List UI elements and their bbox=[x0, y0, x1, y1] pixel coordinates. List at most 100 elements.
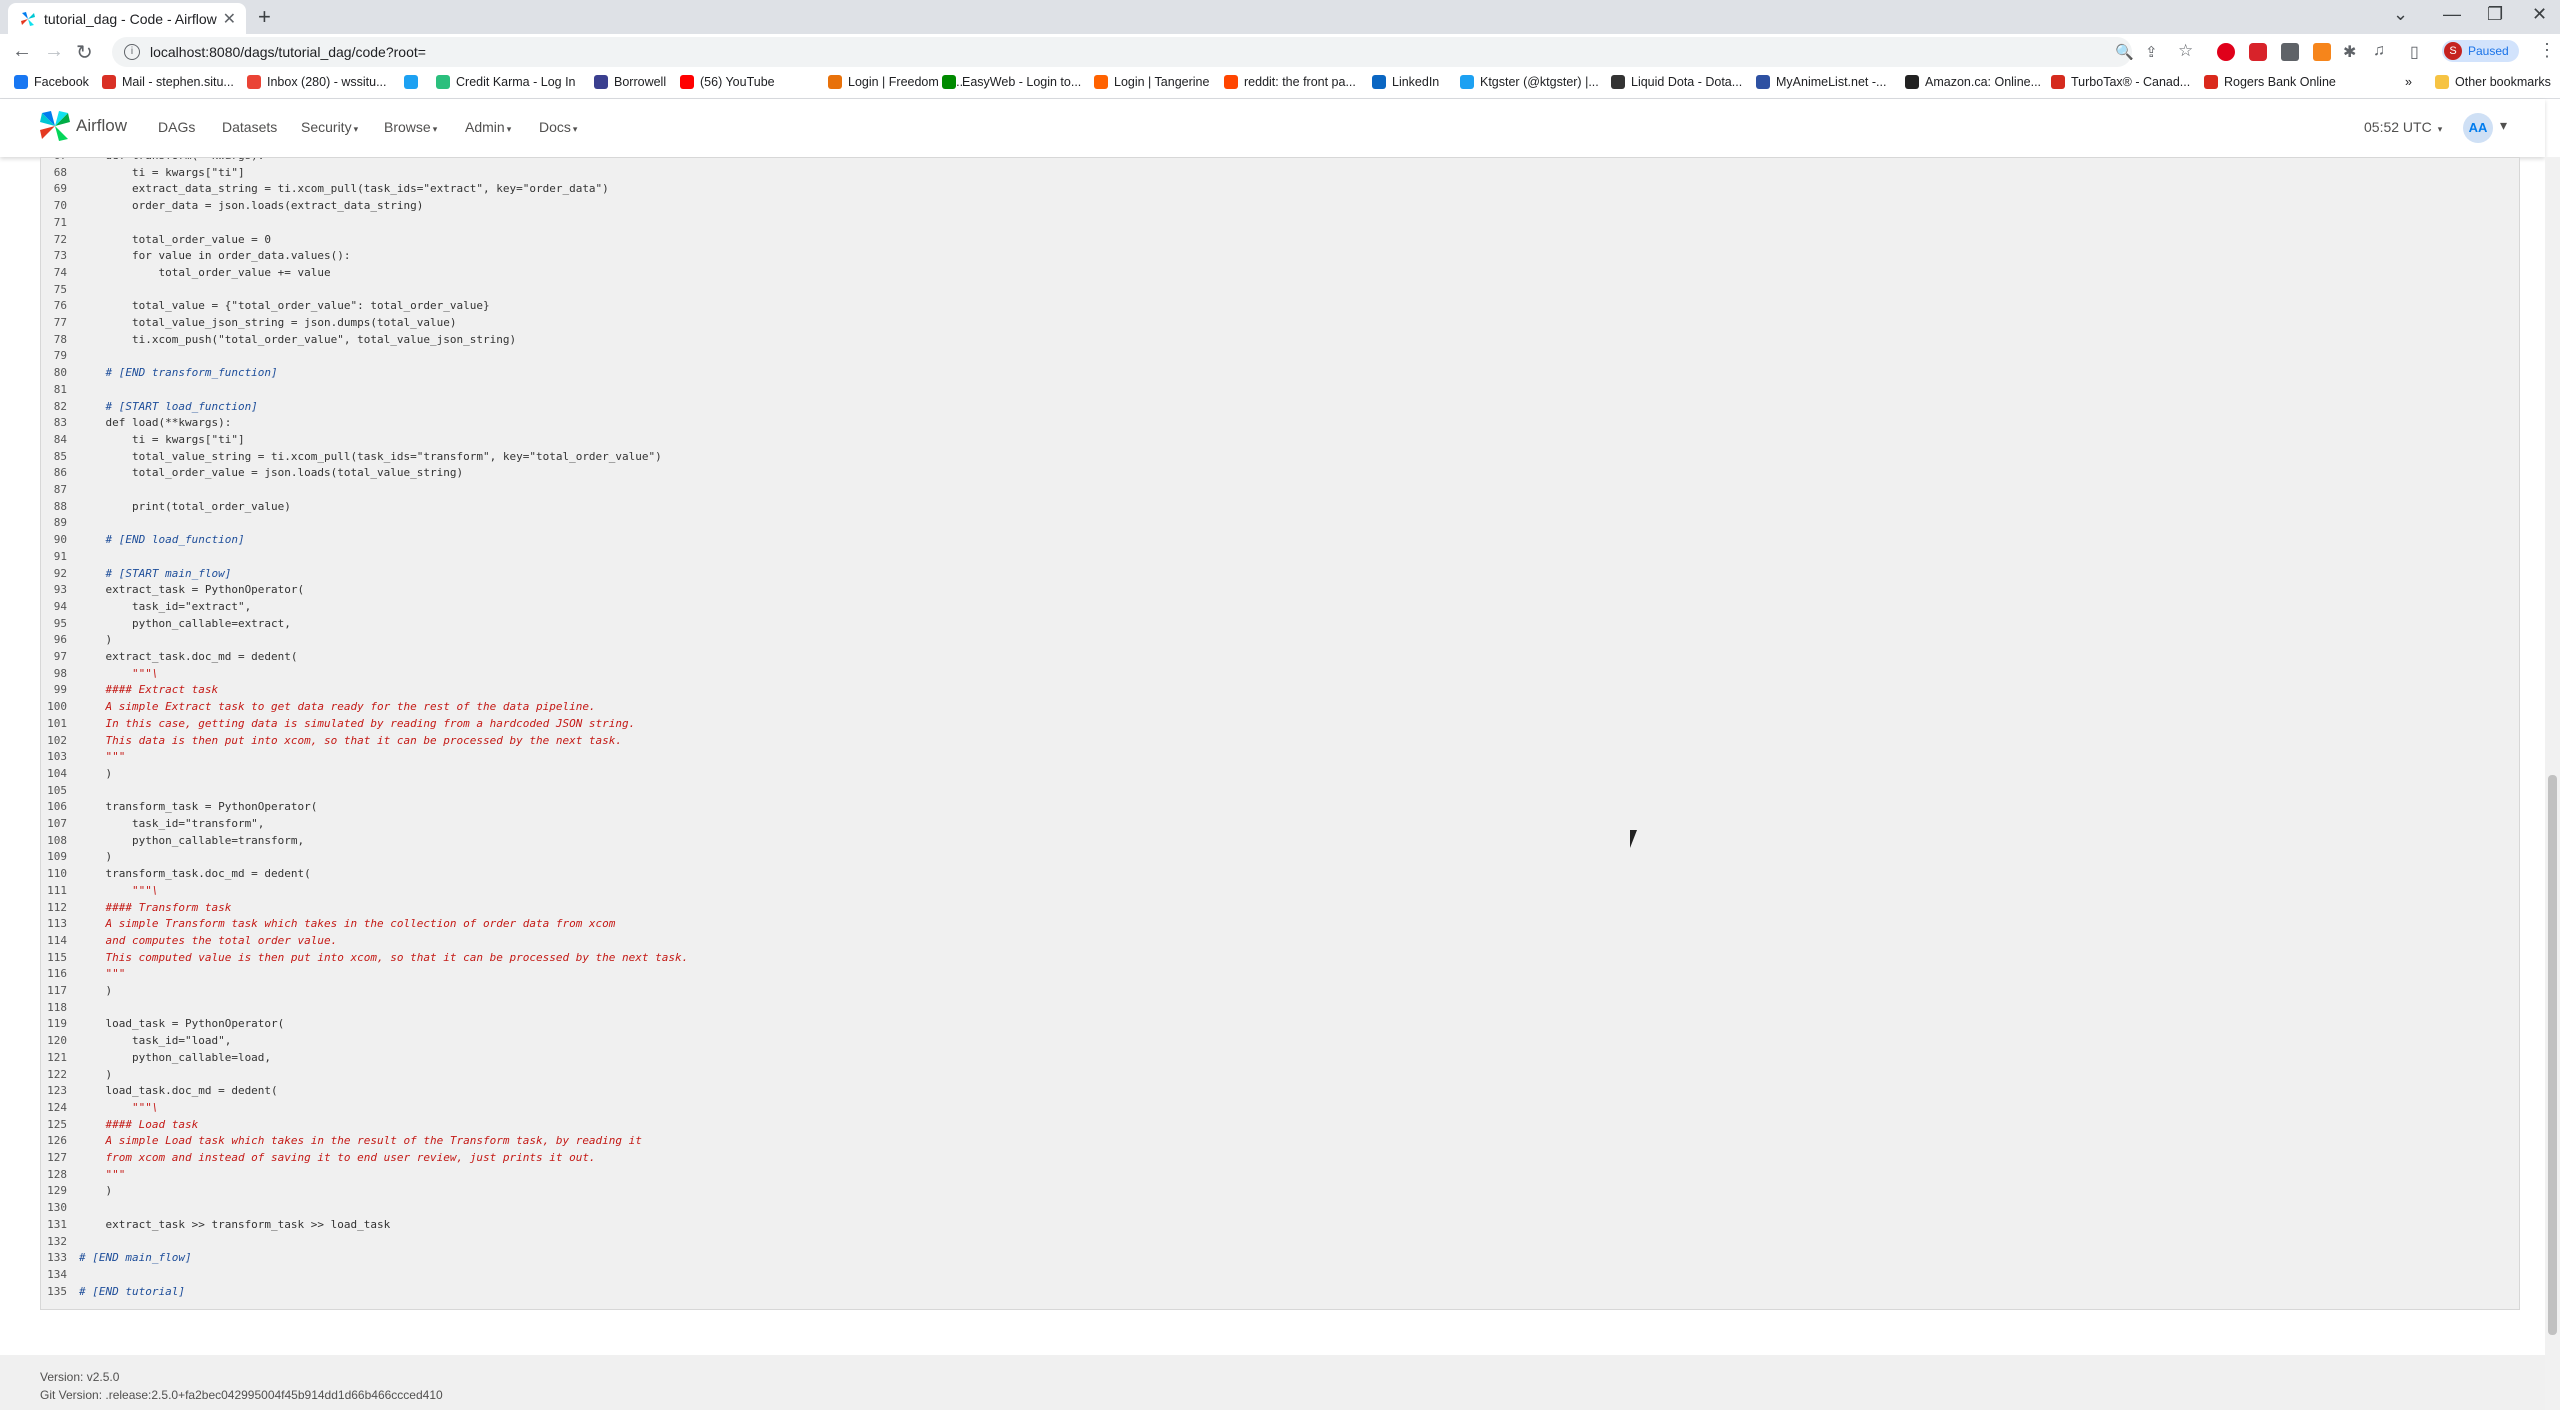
bookmark-item[interactable]: Borrowell bbox=[594, 75, 666, 89]
airflow-logo[interactable]: Airflow bbox=[38, 109, 127, 143]
bookmark-item[interactable]: reddit: the front pa... bbox=[1224, 75, 1356, 89]
browser-menu-icon[interactable]: ⋮ bbox=[2538, 40, 2556, 61]
nav-datasets-label: Datasets bbox=[222, 119, 278, 135]
user-avatar[interactable]: AA bbox=[2463, 113, 2493, 143]
line-number: 112 bbox=[47, 900, 67, 914]
opera-extension-icon[interactable] bbox=[2217, 43, 2235, 61]
close-icon[interactable]: ✕ bbox=[2532, 4, 2547, 25]
line-number: 123 bbox=[47, 1084, 67, 1098]
tab-close-icon[interactable]: ✕ bbox=[223, 9, 236, 29]
bookmark-favicon-icon bbox=[1905, 75, 1919, 89]
code-text: """\ bbox=[79, 883, 159, 897]
line-number: 127 bbox=[47, 1151, 67, 1164]
git-version: Git Version: .release:2.5.0+fa2bec042995… bbox=[40, 1388, 443, 1402]
line-number: 73 bbox=[53, 249, 67, 263]
bookmark-label: Rogers Bank Online bbox=[2224, 75, 2336, 89]
line-number: 106 bbox=[47, 800, 67, 814]
nav-dags[interactable]: DAGs bbox=[158, 119, 195, 135]
browser-toolbar: ← → ↻ i localhost:8080/dags/tutorial_dag… bbox=[0, 34, 2560, 70]
nav-security[interactable]: Security ▾ bbox=[301, 119, 358, 135]
browser-tab-active[interactable]: tutorial_dag - Code - Airflow ✕ bbox=[8, 3, 246, 34]
bookmark-label: TurboTax® - Canad... bbox=[2071, 75, 2191, 89]
restore-icon[interactable]: ❐ bbox=[2487, 4, 2503, 25]
new-tab-icon[interactable]: + bbox=[258, 4, 271, 30]
bookmark-item[interactable] bbox=[404, 75, 424, 89]
line-number: 96 bbox=[53, 633, 67, 647]
bookmark-item[interactable]: Mail - stephen.situ... bbox=[102, 75, 234, 89]
bookmark-label: Mail - stephen.situ... bbox=[122, 75, 234, 89]
bookmark-label: reddit: the front pa... bbox=[1244, 75, 1356, 89]
other-bookmarks-folder[interactable]: Other bookmarks bbox=[2435, 75, 2551, 89]
code-text: python_callable=load, bbox=[79, 1050, 272, 1064]
line-number: 101 bbox=[47, 716, 67, 730]
tab-search-chevron-icon[interactable]: ⌄ bbox=[2393, 4, 2408, 25]
bookmark-label: Ktgster (@ktgster) |... bbox=[1480, 75, 1599, 89]
bookmark-item[interactable]: Amazon.ca: Online... bbox=[1905, 75, 2041, 89]
user-menu-caret-icon[interactable]: ▾ bbox=[2500, 117, 2507, 134]
bookmark-item[interactable]: Inbox (280) - wssitu... bbox=[247, 75, 387, 89]
bookmark-item[interactable]: Login | Tangerine bbox=[1094, 75, 1209, 89]
metamask-extension-icon[interactable] bbox=[2313, 43, 2331, 61]
side-panel-icon[interactable]: ▯ bbox=[2410, 42, 2419, 62]
code-text: """\ bbox=[79, 666, 159, 680]
line-number: 108 bbox=[47, 833, 67, 847]
bookmark-favicon-icon bbox=[404, 75, 418, 89]
tab-title: tutorial_dag - Code - Airflow bbox=[44, 10, 217, 27]
nav-datasets[interactable]: Datasets bbox=[222, 119, 277, 135]
page-scrollbar-thumb[interactable] bbox=[2548, 775, 2557, 1335]
extension-icon[interactable] bbox=[2281, 43, 2299, 61]
line-number: 74 bbox=[53, 265, 67, 279]
line-number: 135 bbox=[47, 1284, 67, 1298]
code-text: task_id="extract", bbox=[79, 599, 252, 613]
media-controls-icon[interactable]: ♫ bbox=[2373, 42, 2385, 60]
code-text: # [START load_function] bbox=[79, 399, 258, 413]
bookmark-item[interactable]: Ktgster (@ktgster) |... bbox=[1460, 75, 1599, 89]
other-bookmarks-label: Other bookmarks bbox=[2455, 75, 2551, 89]
code-text: extract_task.doc_md = dedent( bbox=[79, 650, 298, 663]
bookmark-item[interactable]: TurboTax® - Canad... bbox=[2051, 75, 2190, 89]
share-icon[interactable]: ⇪ bbox=[2145, 43, 2158, 61]
line-number: 100 bbox=[47, 700, 67, 714]
bookmark-item[interactable]: EasyWeb - Login to... bbox=[942, 75, 1081, 89]
back-icon[interactable]: ← bbox=[12, 40, 32, 63]
profile-button[interactable]: S Paused bbox=[2442, 40, 2519, 62]
forward-icon[interactable]: → bbox=[44, 40, 64, 63]
code-text: ) bbox=[79, 1067, 113, 1081]
code-text: # [END load_function] bbox=[79, 533, 245, 547]
line-number: 105 bbox=[47, 783, 67, 797]
nav-browse[interactable]: Browse ▾ bbox=[384, 119, 437, 135]
reload-icon[interactable]: ↻ bbox=[76, 40, 93, 65]
bookmark-label: LinkedIn bbox=[1392, 75, 1440, 89]
bookmark-item[interactable]: Credit Karma - Log In bbox=[436, 75, 576, 89]
bookmark-item[interactable]: Facebook bbox=[14, 75, 89, 89]
line-number: 88 bbox=[53, 499, 67, 513]
line-number: 97 bbox=[53, 650, 67, 663]
line-number: 68 bbox=[53, 165, 67, 179]
line-number: 107 bbox=[47, 817, 67, 830]
code-text: total_order_value = json.loads(total_val… bbox=[79, 466, 464, 480]
line-number: 113 bbox=[47, 917, 67, 931]
bookmark-item[interactable]: LinkedIn bbox=[1372, 75, 1439, 89]
nav-docs[interactable]: Docs ▾ bbox=[539, 119, 577, 135]
url-text: localhost:8080/dags/tutorial_dag/code?ro… bbox=[150, 44, 426, 60]
site-info-icon[interactable]: i bbox=[124, 44, 140, 60]
utc-clock[interactable]: 05:52 UTC ▾ bbox=[2364, 119, 2442, 135]
adblock-extension-icon[interactable] bbox=[2249, 43, 2267, 61]
line-number: 110 bbox=[47, 867, 67, 881]
caret-down-icon: ▾ bbox=[353, 124, 359, 134]
more-bookmarks-icon[interactable]: » bbox=[2405, 75, 2412, 89]
extensions-puzzle-icon[interactable]: ✱ bbox=[2343, 42, 2356, 62]
nav-security-label: Security bbox=[301, 119, 352, 135]
address-bar[interactable]: i localhost:8080/dags/tutorial_dag/code?… bbox=[112, 37, 2132, 67]
bookmark-item[interactable]: Liquid Dota - Dota... bbox=[1611, 75, 1742, 89]
bookmark-item[interactable]: (56) YouTube bbox=[680, 75, 775, 89]
bookmark-item[interactable]: Rogers Bank Online bbox=[2204, 75, 2336, 89]
zoom-icon[interactable]: 🔍 bbox=[2115, 43, 2134, 61]
nav-admin[interactable]: Admin ▾ bbox=[465, 119, 511, 135]
bookmark-favicon-icon bbox=[436, 75, 450, 89]
minimize-icon[interactable]: — bbox=[2443, 4, 2461, 25]
bookmark-favicon-icon bbox=[594, 75, 608, 89]
bookmark-favicon-icon bbox=[1460, 75, 1474, 89]
bookmark-star-icon[interactable]: ☆ bbox=[2178, 41, 2193, 61]
bookmark-item[interactable]: MyAnimeList.net -... bbox=[1756, 75, 1886, 89]
